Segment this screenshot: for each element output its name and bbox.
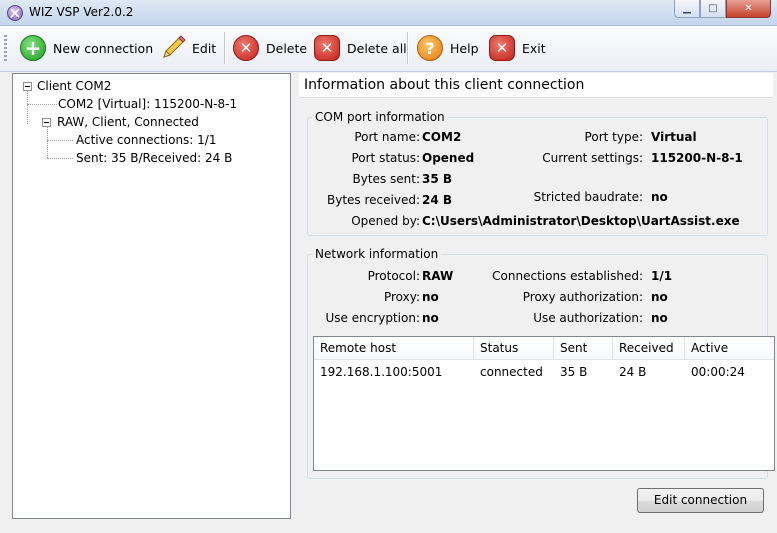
proxy-value: no [422,290,439,304]
collapse-icon[interactable] [23,81,32,91]
column-header-remote-host[interactable]: Remote host [314,337,474,359]
maximize-icon: □ [708,3,718,14]
help-label: Help [450,40,479,56]
tree-item-com-port[interactable]: COM2 [Virtual]: 115200-N-8-1 [58,95,237,113]
connections-established-value: 1/1 [651,269,673,283]
connections-established-label: Connections established: [492,269,643,283]
column-header-active[interactable]: Active [685,337,774,359]
exit-button[interactable]: ✕ Exit [489,32,546,64]
protocol-value: RAW [422,269,454,283]
delete-label: Delete [266,40,308,56]
cell-sent: 35 B [560,365,588,379]
cell-remote-host: 192.168.1.100:5001 [320,365,443,379]
cell-received: 24 B [619,365,647,379]
use-encryption-value: no [422,311,439,325]
edit-label: Edit [192,40,217,56]
tree-item-label: Client COM2 [37,79,112,93]
maximize-button[interactable]: □ [700,0,726,18]
app-window: WIZ VSP Ver2.0.2 ▁ □ ✕ + New connection … [0,0,777,533]
column-header-sent[interactable]: Sent [554,337,613,359]
new-connection-button[interactable]: + New connection [20,32,153,64]
toolbar-grip[interactable] [4,35,7,63]
tree-item-label: RAW, Client, Connected [56,115,200,129]
title-bar[interactable]: WIZ VSP Ver2.0.2 ▁ □ ✕ [0,0,777,26]
group-title: COM port information [312,110,448,124]
tree-line [47,140,73,141]
connections-table[interactable]: Remote host Status Sent Received Active … [313,336,775,471]
edit-connection-button[interactable]: Edit connection [637,488,764,513]
delete-button[interactable]: ✕ Delete [233,32,307,64]
tree-item-client-com2[interactable]: Client COM2 [23,77,111,95]
toolbar-separator [407,32,408,64]
delete-all-label: Delete all [347,40,407,56]
toolbar-separator [224,32,225,64]
port-name-value: COM2 [422,130,462,144]
bytes-received-label: Bytes received: [327,193,420,207]
question-icon: ? [417,35,443,61]
edit-button[interactable]: Edit [159,32,216,64]
bytes-sent-value: 35 B [422,172,453,186]
minimize-button[interactable]: ▁ [674,0,700,18]
pencil-icon [163,35,186,58]
proxy-label: Proxy: [383,290,420,304]
tree-item-label: COM2 [Virtual]: 115200-N-8-1 [58,97,238,111]
port-type-label: Port type: [584,130,643,144]
stricted-baudrate-value: no [651,190,668,204]
window-title: WIZ VSP Ver2.0.2 [29,5,134,19]
help-button[interactable]: ? Help [417,32,479,64]
tree-item-raw-connection[interactable]: RAW, Client, Connected [42,113,200,131]
current-settings-label: Current settings: [542,151,643,165]
bytes-received-value: 24 B [422,193,453,207]
stricted-baudrate-label: Stricted baudrate: [533,190,643,204]
bytes-sent-label: Bytes sent: [352,172,420,186]
close-button[interactable]: ✕ [726,0,771,18]
delete-all-button[interactable]: ✕ Delete all [314,32,407,64]
column-header-status[interactable]: Status [474,337,554,359]
com-port-group: COM port information Port name: COM2 Por… [307,110,768,236]
delete-all-icon: ✕ [314,35,340,61]
cell-status: connected [480,365,543,379]
group-title: Network information [312,247,442,261]
tree-item-traffic[interactable]: Sent: 35 B/Received: 24 B [76,149,232,167]
tree-line [47,158,73,159]
use-encryption-label: Use encryption: [325,311,421,325]
port-type-value: Virtual [651,130,697,144]
use-authorization-value: no [651,311,668,325]
tree-line [27,91,28,124]
delete-icon: ✕ [233,35,259,61]
proxy-authorization-value: no [651,290,668,304]
protocol-label: Protocol: [367,269,420,283]
opened-by-label: Opened by: [351,214,420,228]
port-status-value: Opened [422,151,475,165]
current-settings-value: 115200-N-8-1 [651,151,743,165]
tree-item-active-connections[interactable]: Active connections: 1/1 [76,131,216,149]
minimize-icon: ▁ [683,3,691,14]
cell-active: 00:00:24 [691,365,745,379]
tree-line [27,104,57,105]
plus-icon: + [20,35,46,61]
window-controls: ▁ □ ✕ [674,0,771,19]
panel-title: Information about this client connection [299,73,773,98]
app-icon [7,5,23,21]
connection-tree[interactable]: Client COM2 COM2 [Virtual]: 115200-N-8-1… [12,73,291,519]
table-header: Remote host Status Sent Received Active [314,337,774,360]
tree-item-label: Sent: 35 B/Received: 24 B [76,151,233,165]
port-name-label: Port name: [354,130,420,144]
exit-label: Exit [522,40,546,56]
tree-item-label: Active connections: 1/1 [76,133,217,147]
new-connection-label: New connection [53,40,154,56]
toolbar: + New connection Edit ✕ Delete ✕ Delete … [0,26,777,72]
proxy-authorization-label: Proxy authorization: [522,290,643,304]
column-header-received[interactable]: Received [613,337,685,359]
close-icon: ✕ [744,3,753,14]
opened-by-value: C:\Users\Administrator\Desktop\UartAssis… [422,214,740,228]
tree-line [47,127,48,158]
use-authorization-label: Use authorization: [533,311,643,325]
collapse-icon[interactable] [42,117,51,127]
details-panel: Information about this client connection… [299,73,775,519]
port-status-label: Port status: [351,151,420,165]
exit-icon: ✕ [489,35,515,61]
